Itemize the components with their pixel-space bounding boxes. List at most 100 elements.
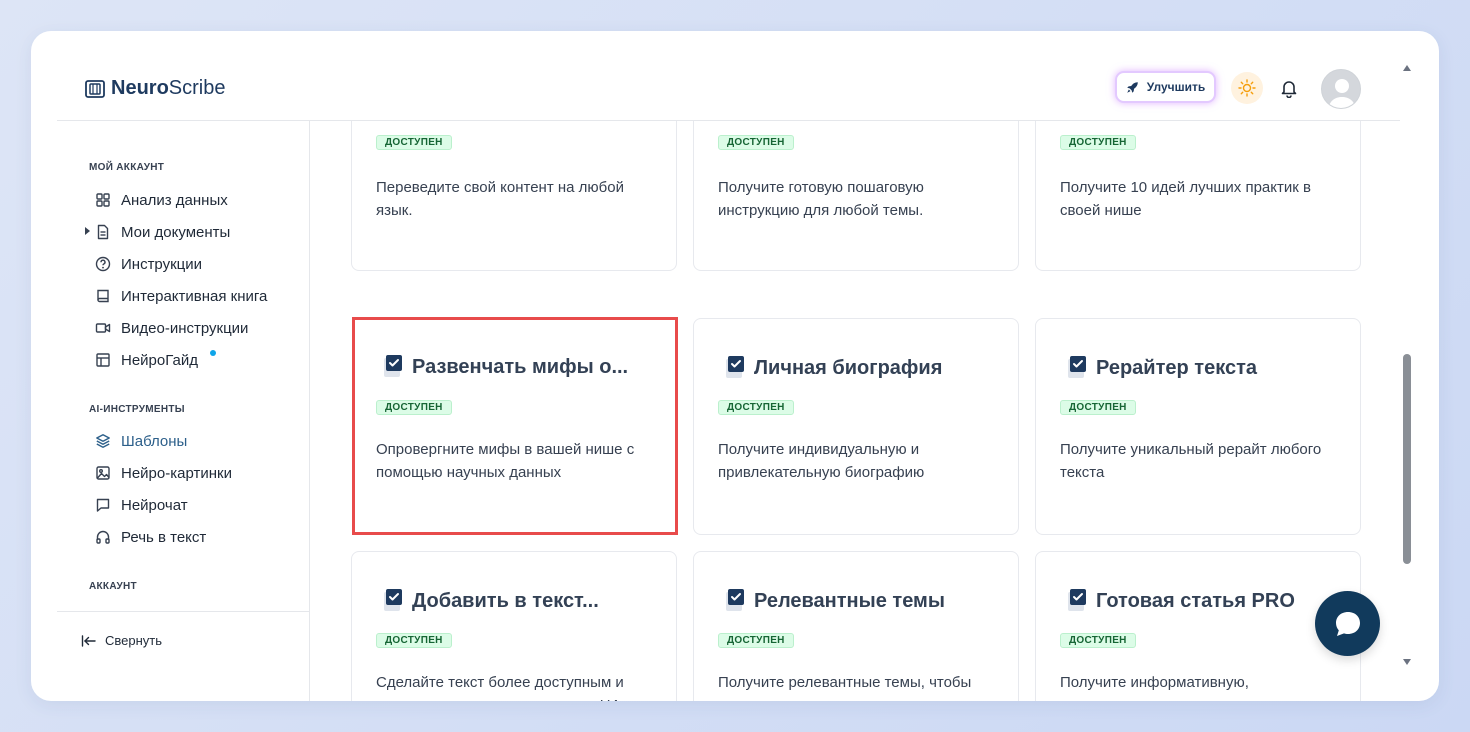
sidebar-item-interactive-book[interactable]: Интерактивная книга: [95, 285, 267, 307]
logo-text-bold: Neuro: [111, 77, 169, 99]
card-description: Получите уникальный рерайт любого текста: [1060, 441, 1322, 481]
book-icon: [97, 289, 109, 303]
template-check-icon: [726, 356, 744, 378]
sidebar-item-label: Видео-инструкции: [121, 319, 249, 337]
collapse-label: Свернуть: [105, 633, 163, 648]
section-account: АККАУНТ: [89, 581, 137, 592]
sidebar-item-label: Анализ данных: [121, 191, 228, 209]
templates-grid: ДОСТУПЕН Переведите свой контент на любо…: [311, 121, 1400, 701]
status-badge: ДОСТУПЕН: [1060, 400, 1136, 415]
layers-icon: [96, 434, 110, 448]
user-icon: [1322, 70, 1360, 108]
card-title-text: Развенчать мифы о...: [412, 356, 629, 378]
card-description: Опровергните мифы в вашей нише с помощью…: [376, 441, 635, 481]
logo-text: Scribe: [168, 77, 226, 99]
sidebar-item-video-instructions[interactable]: Видео-инструкции: [95, 317, 248, 339]
sidebar-item-neuroguide[interactable]: НейроГайд: [95, 349, 216, 371]
chat-icon: [96, 498, 110, 512]
status-badge: ДОСТУПЕН: [376, 135, 452, 150]
upgrade-button[interactable]: Улучшить: [1115, 71, 1216, 103]
expand-caret-icon[interactable]: [85, 227, 90, 235]
template-card-add-to-text[interactable]: Добавить в текст... ДОСТУПЕН Сделайте те…: [351, 551, 677, 701]
sidebar-item-templates[interactable]: Шаблоны: [95, 430, 187, 452]
card-description: Получите готовую пошаговую инструкцию дл…: [718, 179, 924, 219]
card-description: Переведите свой контент на любой язык.: [376, 179, 624, 219]
status-badge: ДОСТУПЕН: [376, 400, 452, 415]
card-title: Личная биография: [724, 354, 942, 380]
bell-icon: [1281, 81, 1297, 98]
section-ai-tools: AI-ИНСТРУМЕНТЫ: [89, 404, 185, 415]
sidebar-item-label: Шаблоны: [121, 432, 188, 450]
app-window: Neuro Scribe Улучшить МОЙ АККАУНТ Анализ…: [31, 31, 1439, 701]
card-description: Сделайте текст более доступным и понятны…: [376, 674, 624, 701]
card-title-text: Добавить в текст...: [412, 590, 599, 612]
status-badge: ДОСТУПЕН: [1060, 633, 1136, 648]
help-circle-icon: [95, 256, 111, 272]
card-title: Релевантные темы: [724, 587, 945, 613]
video-icon: [95, 323, 111, 333]
template-card-debunk-myths[interactable]: Развенчать мифы о... ДОСТУПЕН Опровергни…: [352, 317, 678, 535]
template-check-icon: [384, 589, 402, 611]
card-description: Получите релевантные темы, чтобы привлеч…: [718, 674, 972, 701]
card-title-text: Готовая статья PRO: [1096, 590, 1295, 612]
document-icon: [97, 224, 109, 240]
avatar[interactable]: [1321, 69, 1361, 109]
logo-icon: [85, 79, 105, 98]
grid-icon: [96, 193, 110, 207]
template-check-icon: [1068, 356, 1086, 378]
upgrade-label: Улучшить: [1146, 80, 1206, 94]
card-description: Получите 10 идей лучших практик в своей …: [1060, 179, 1311, 219]
sidebar-item-label: Речь в текст: [121, 528, 207, 546]
card-title: Готовая статья PRO: [1066, 587, 1295, 613]
notifications-button[interactable]: [1277, 76, 1301, 100]
support-chat-button[interactable]: [1315, 591, 1380, 656]
collapse-sidebar-button[interactable]: Свернуть: [81, 633, 162, 648]
sidebar-item-label: Нейрочат: [121, 496, 188, 514]
headphones-icon: [96, 530, 110, 544]
card-title: Добавить в текст...: [382, 587, 599, 613]
card-description: Получите информативную, увлекательную и …: [1060, 674, 1301, 701]
card-title: Рерайтер текста: [1066, 354, 1257, 380]
rocket-icon: [1126, 81, 1138, 93]
theme-toggle-button[interactable]: [1231, 72, 1263, 104]
section-my-account: МОЙ АККАУНТ: [89, 162, 165, 173]
new-indicator-dot: [210, 350, 216, 356]
sidebar-item-label: Инструкции: [121, 255, 203, 273]
template-card-article-pro[interactable]: Готовая статья PRO ДОСТУПЕН Получите инф…: [1035, 551, 1361, 701]
sidebar-divider: [57, 611, 310, 612]
sidebar-item-neuro-images[interactable]: Нейро-картинки: [95, 462, 232, 484]
template-card-best-practices[interactable]: ДОСТУПЕН Получите 10 идей лучших практик…: [1035, 121, 1361, 271]
status-badge: ДОСТУПЕН: [718, 135, 794, 150]
status-badge: ДОСТУПЕН: [718, 400, 794, 415]
sidebar-item-analytics[interactable]: Анализ данных: [95, 189, 228, 211]
status-badge: ДОСТУПЕН: [718, 633, 794, 648]
template-check-icon: [384, 355, 402, 377]
vertical-scrollbar[interactable]: [1400, 61, 1414, 671]
card-title-text: Личная биография: [754, 357, 943, 379]
card-description: Получите индивидуальную и привлекательну…: [718, 441, 925, 481]
status-badge: ДОСТУПЕН: [1060, 135, 1136, 150]
card-title-text: Релевантные темы: [754, 590, 945, 612]
card-title: Развенчать мифы о...: [382, 353, 628, 379]
template-card-rewriter[interactable]: Рерайтер текста ДОСТУПЕН Получите уникал…: [1035, 318, 1361, 535]
sidebar-item-neurochat[interactable]: Нейрочат: [95, 494, 188, 516]
sidebar-item-speech-to-text[interactable]: Речь в текст: [95, 526, 206, 548]
template-check-icon: [1068, 589, 1086, 611]
scroll-up-arrow-icon[interactable]: [1403, 65, 1411, 71]
template-check-icon: [726, 589, 744, 611]
logo[interactable]: Neuro Scribe: [85, 77, 226, 100]
template-card-translate[interactable]: ДОСТУПЕН Переведите свой контент на любо…: [351, 121, 677, 271]
scrollbar-thumb[interactable]: [1403, 354, 1411, 564]
scroll-down-arrow-icon[interactable]: [1403, 659, 1411, 665]
template-card-relevant-topics[interactable]: Релевантные темы ДОСТУПЕН Получите релев…: [693, 551, 1019, 701]
sidebar-item-instructions[interactable]: Инструкции: [95, 253, 202, 275]
template-card-biography[interactable]: Личная биография ДОСТУПЕН Получите индив…: [693, 318, 1019, 535]
top-header: Neuro Scribe Улучшить: [57, 31, 1400, 121]
sidebar: МОЙ АККАУНТ Анализ данных Мои документы …: [57, 121, 310, 701]
sidebar-item-label: Мои документы: [121, 223, 231, 241]
template-card-instruction[interactable]: ДОСТУПЕН Получите готовую пошаговую инст…: [693, 121, 1019, 271]
layout-icon: [96, 353, 110, 367]
collapse-arrow-icon: [81, 634, 96, 647]
status-badge: ДОСТУПЕН: [376, 633, 452, 648]
sidebar-item-documents[interactable]: Мои документы: [85, 221, 231, 243]
